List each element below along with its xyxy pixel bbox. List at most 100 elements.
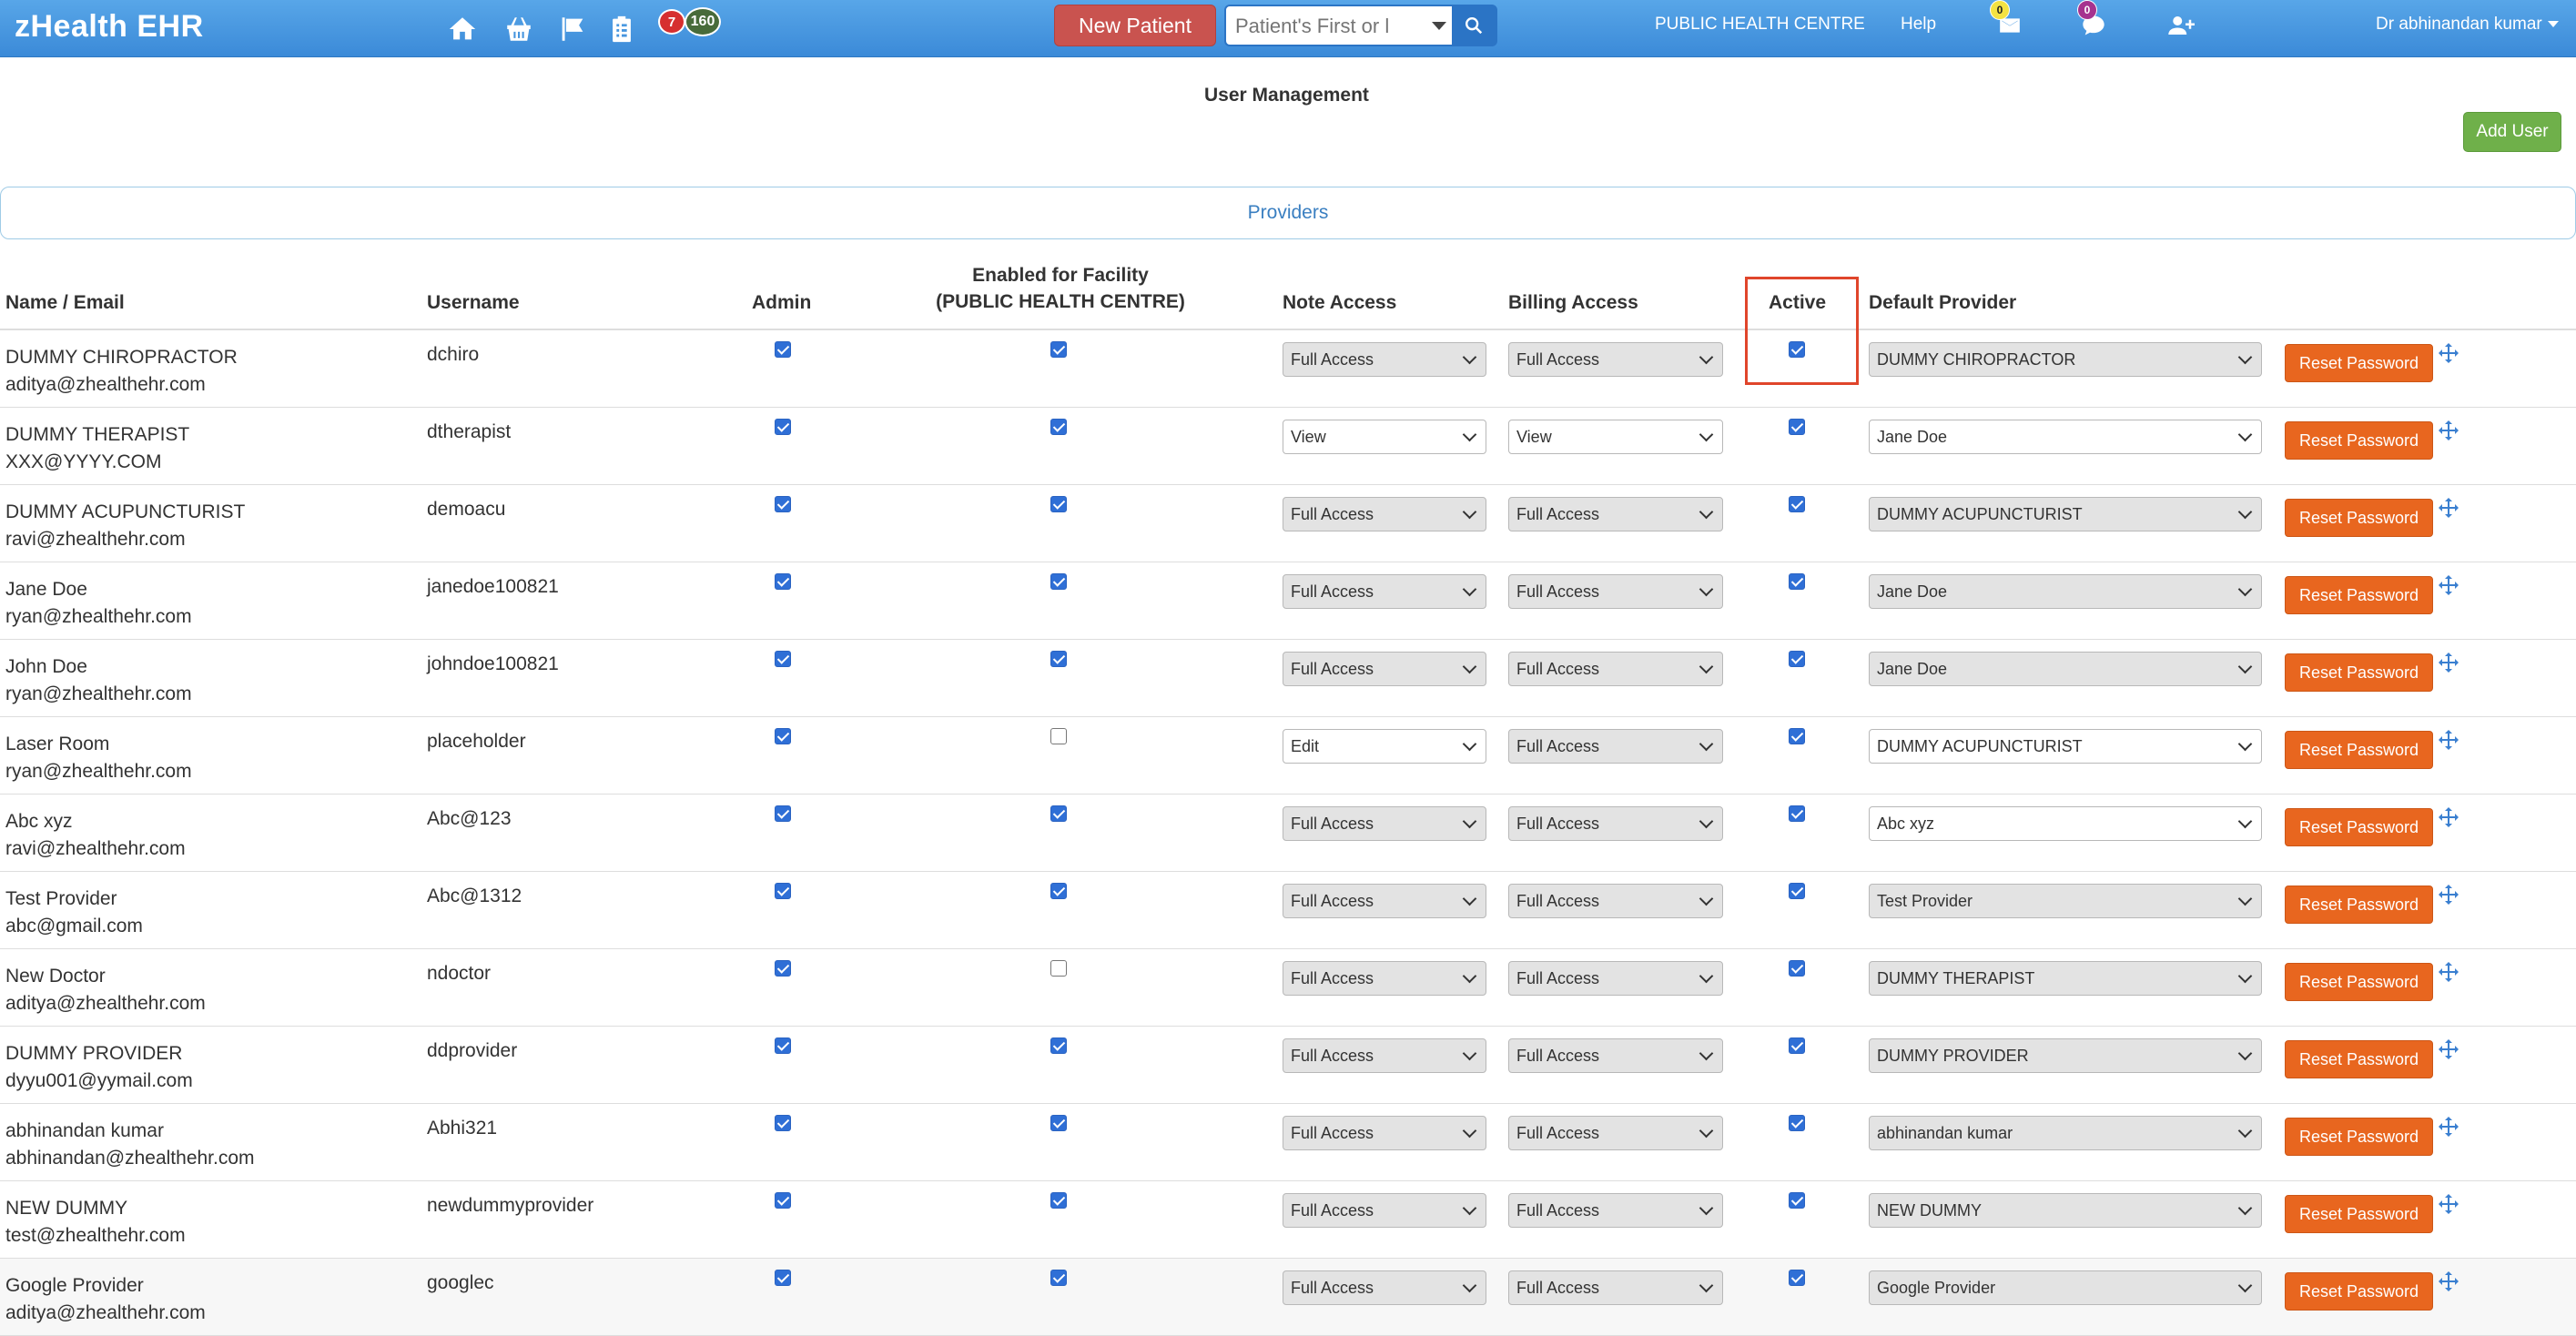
move-arrows-icon[interactable] — [2438, 1270, 2459, 1292]
note-access-select[interactable]: Full Access — [1283, 1116, 1486, 1150]
reset-password-button[interactable]: Reset Password — [2285, 1118, 2433, 1156]
admin-checkbox[interactable] — [775, 883, 791, 899]
active-checkbox[interactable] — [1789, 651, 1805, 667]
note-access-select[interactable]: Full Access — [1283, 806, 1486, 841]
facility-enabled-checkbox[interactable] — [1050, 1192, 1067, 1209]
default-provider-select[interactable]: Abc xyz — [1869, 806, 2262, 841]
billing-access-select[interactable]: Full Access — [1508, 806, 1723, 841]
default-provider-select[interactable]: Jane Doe — [1869, 652, 2262, 686]
billing-access-select[interactable]: Full Access — [1508, 497, 1723, 531]
note-access-select[interactable]: Full Access — [1283, 497, 1486, 531]
reset-password-button[interactable]: Reset Password — [2285, 1040, 2433, 1078]
active-checkbox[interactable] — [1789, 496, 1805, 512]
brand-logo[interactable]: zHealth EHR — [15, 9, 204, 45]
patient-search-input[interactable] — [1235, 12, 1422, 41]
active-checkbox[interactable] — [1789, 419, 1805, 435]
admin-checkbox[interactable] — [775, 573, 791, 590]
default-provider-select[interactable]: DUMMY ACUPUNCTURIST — [1869, 729, 2262, 764]
providers-section-header[interactable]: Providers — [0, 187, 2576, 239]
move-arrows-icon[interactable] — [2438, 574, 2459, 596]
active-checkbox[interactable] — [1789, 1037, 1805, 1054]
facility-enabled-checkbox[interactable] — [1050, 573, 1067, 590]
move-arrows-icon[interactable] — [2438, 1116, 2459, 1138]
search-button[interactable] — [1452, 6, 1496, 45]
move-arrows-icon[interactable] — [2438, 806, 2459, 828]
billing-access-select[interactable]: Full Access — [1508, 1270, 1723, 1305]
reset-password-button[interactable]: Reset Password — [2285, 731, 2433, 769]
note-access-select[interactable]: Full Access — [1283, 574, 1486, 609]
admin-checkbox[interactable] — [775, 1270, 791, 1286]
move-arrows-icon[interactable] — [2438, 342, 2459, 364]
note-access-select[interactable]: Full Access — [1283, 1038, 1486, 1073]
basket-icon[interactable] — [502, 13, 535, 46]
tasks-badge[interactable]: 160 — [685, 7, 721, 36]
facility-enabled-checkbox[interactable] — [1050, 651, 1067, 667]
note-access-select[interactable]: Full Access — [1283, 884, 1486, 918]
billing-access-select[interactable]: Full Access — [1508, 342, 1723, 377]
default-provider-select[interactable]: Jane Doe — [1869, 420, 2262, 454]
new-patient-button[interactable]: New Patient — [1054, 5, 1216, 46]
home-icon[interactable] — [446, 13, 479, 46]
note-access-select[interactable]: Full Access — [1283, 1193, 1486, 1228]
move-arrows-icon[interactable] — [2438, 652, 2459, 673]
default-provider-select[interactable]: DUMMY PROVIDER — [1869, 1038, 2262, 1073]
admin-checkbox[interactable] — [775, 1037, 791, 1054]
default-provider-select[interactable]: DUMMY THERAPIST — [1869, 961, 2262, 996]
billing-access-select[interactable]: Full Access — [1508, 574, 1723, 609]
admin-checkbox[interactable] — [775, 651, 791, 667]
active-checkbox[interactable] — [1789, 960, 1805, 977]
reset-password-button[interactable]: Reset Password — [2285, 963, 2433, 1001]
default-provider-select[interactable]: NEW DUMMY — [1869, 1193, 2262, 1228]
facility-enabled-checkbox[interactable] — [1050, 728, 1067, 744]
user-menu[interactable]: Dr abhinandan kumar — [2376, 15, 2559, 35]
active-checkbox[interactable] — [1789, 728, 1805, 744]
note-access-select[interactable]: Full Access — [1283, 652, 1486, 686]
reset-password-button[interactable]: Reset Password — [2285, 344, 2433, 382]
flag-icon[interactable] — [556, 13, 589, 46]
billing-access-select[interactable]: Full Access — [1508, 1116, 1723, 1150]
reset-password-button[interactable]: Reset Password — [2285, 886, 2433, 924]
admin-checkbox[interactable] — [775, 419, 791, 435]
billing-access-select[interactable]: View — [1508, 420, 1723, 454]
facility-enabled-checkbox[interactable] — [1050, 960, 1067, 977]
move-arrows-icon[interactable] — [2438, 884, 2459, 906]
billing-access-select[interactable]: Full Access — [1508, 652, 1723, 686]
billing-access-select[interactable]: Full Access — [1508, 1193, 1723, 1228]
reset-password-button[interactable]: Reset Password — [2285, 421, 2433, 460]
facility-enabled-checkbox[interactable] — [1050, 496, 1067, 512]
facility-enabled-checkbox[interactable] — [1050, 419, 1067, 435]
active-checkbox[interactable] — [1789, 1115, 1805, 1131]
admin-checkbox[interactable] — [775, 728, 791, 744]
admin-checkbox[interactable] — [775, 805, 791, 822]
move-arrows-icon[interactable] — [2438, 1193, 2459, 1215]
add-user-icon[interactable] — [2165, 9, 2197, 42]
default-provider-select[interactable]: abhinandan kumar — [1869, 1116, 2262, 1150]
active-checkbox[interactable] — [1789, 883, 1805, 899]
admin-checkbox[interactable] — [775, 960, 791, 977]
note-access-select[interactable]: View — [1283, 420, 1486, 454]
reset-password-button[interactable]: Reset Password — [2285, 1272, 2433, 1311]
admin-checkbox[interactable] — [775, 1115, 791, 1131]
move-arrows-icon[interactable] — [2438, 497, 2459, 519]
facility-link[interactable]: PUBLIC HEALTH CENTRE — [1655, 15, 1865, 35]
add-user-button[interactable]: Add User — [2463, 112, 2561, 152]
facility-enabled-checkbox[interactable] — [1050, 1115, 1067, 1131]
default-provider-select[interactable]: Test Provider — [1869, 884, 2262, 918]
clipboard-icon[interactable] — [605, 13, 638, 46]
billing-access-select[interactable]: Full Access — [1508, 961, 1723, 996]
note-access-select[interactable]: Full Access — [1283, 1270, 1486, 1305]
reset-password-button[interactable]: Reset Password — [2285, 576, 2433, 614]
billing-access-select[interactable]: Full Access — [1508, 884, 1723, 918]
active-checkbox[interactable] — [1789, 573, 1805, 590]
reset-password-button[interactable]: Reset Password — [2285, 499, 2433, 537]
default-provider-select[interactable]: Google Provider — [1869, 1270, 2262, 1305]
move-arrows-icon[interactable] — [2438, 729, 2459, 751]
move-arrows-icon[interactable] — [2438, 1038, 2459, 1060]
billing-access-select[interactable]: Full Access — [1508, 1038, 1723, 1073]
help-link[interactable]: Help — [1901, 15, 1936, 35]
note-access-select[interactable]: Edit — [1283, 729, 1486, 764]
reset-password-button[interactable]: Reset Password — [2285, 808, 2433, 846]
facility-enabled-checkbox[interactable] — [1050, 1270, 1067, 1286]
move-arrows-icon[interactable] — [2438, 420, 2459, 441]
note-access-select[interactable]: Full Access — [1283, 961, 1486, 996]
